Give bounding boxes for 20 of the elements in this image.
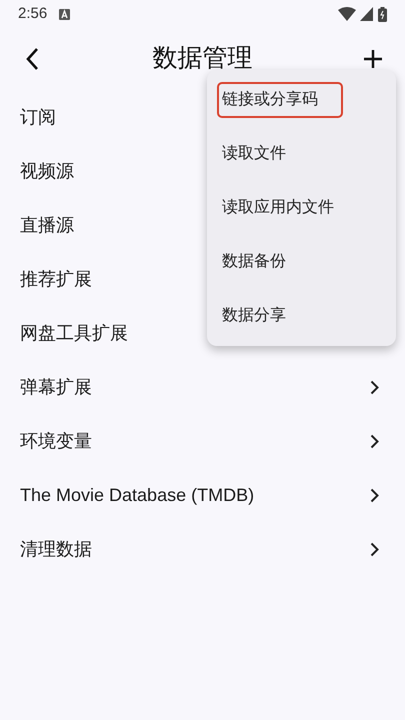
notification-icon <box>59 8 70 20</box>
chevron-icon <box>370 488 379 502</box>
signal-icon <box>360 7 373 21</box>
menu-item[interactable]: 数据备份 <box>217 244 343 280</box>
list-row[interactable]: 环境变量 <box>0 414 405 468</box>
menu-item[interactable]: 链接或分享码 <box>217 82 343 118</box>
list-row[interactable]: 清理数据 <box>0 522 405 576</box>
menu-item[interactable]: 读取应用内文件 <box>217 190 343 226</box>
chevron-icon <box>370 434 379 448</box>
wifi-icon <box>338 7 356 21</box>
list-row[interactable]: 弹幕扩展 <box>0 360 405 414</box>
list-row[interactable]: The Movie Database (TMDB) <box>0 468 405 522</box>
chevron-icon <box>370 380 379 394</box>
battery-icon <box>378 6 387 22</box>
status-time: 2:56 <box>18 4 48 24</box>
menu-item[interactable]: 数据分享 <box>217 298 343 334</box>
page-title: 数据管理 <box>152 43 252 74</box>
chevron-icon <box>370 542 379 556</box>
menu-item[interactable]: 读取文件 <box>217 136 343 172</box>
add-button[interactable] <box>361 47 385 71</box>
